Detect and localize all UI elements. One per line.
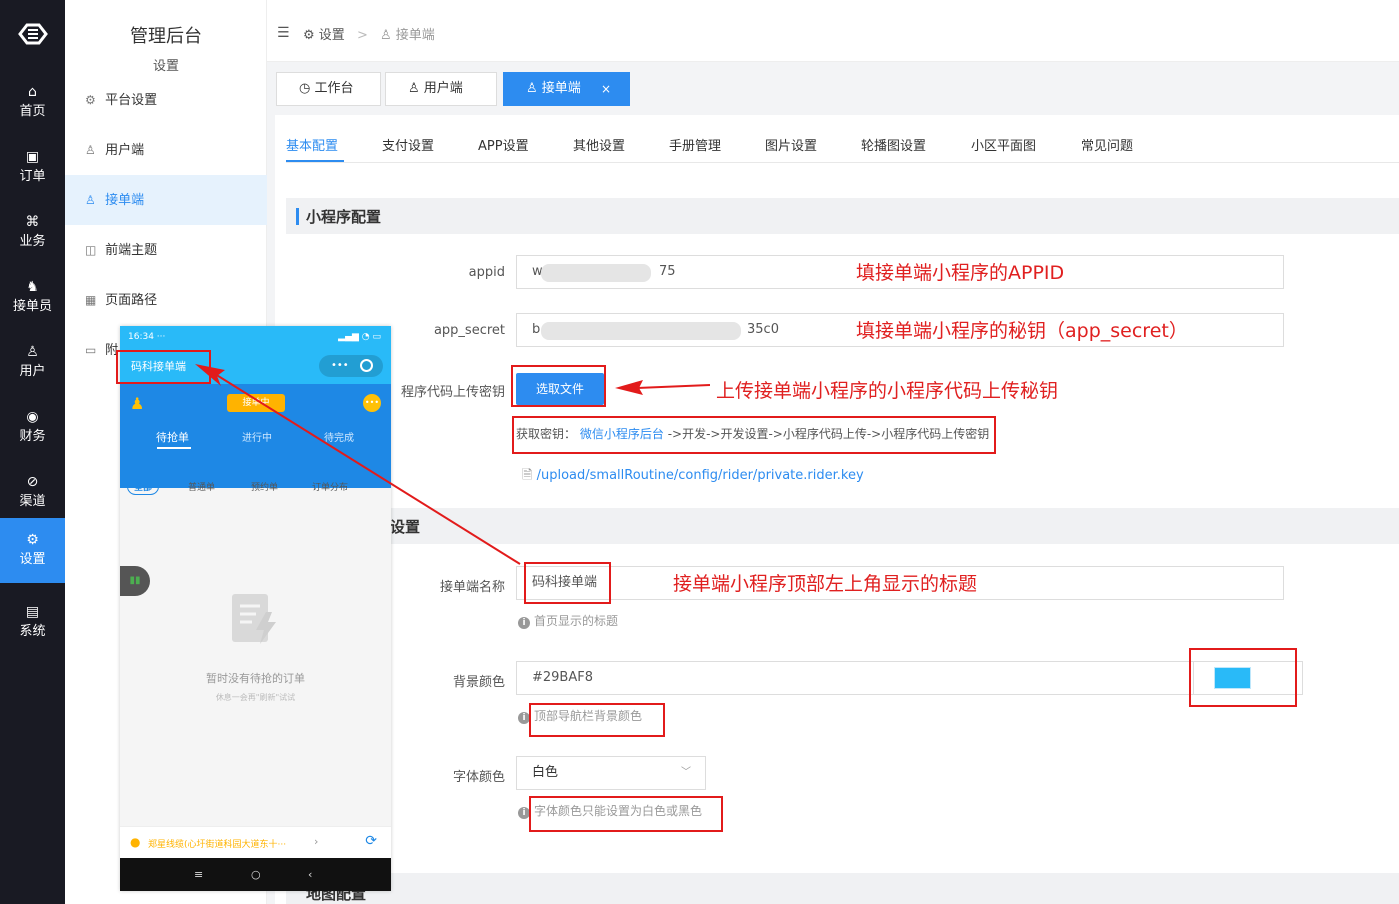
bike-icon: ♞	[26, 279, 39, 295]
grid-icon: ▦	[85, 293, 97, 307]
rider-icon: ♙	[85, 193, 96, 207]
settings-icon: ⚙	[303, 28, 319, 43]
signal-icon: ▂▄▆ ◔ ▭	[338, 332, 381, 342]
user-icon: ♙	[85, 143, 96, 157]
tab-images[interactable]: 图片设置	[765, 135, 817, 154]
finance-icon: ◉	[26, 409, 39, 425]
section-map: 地图配置	[286, 873, 1399, 904]
refresh-icon[interactable]: ⟳	[365, 833, 377, 849]
main-nav: ⌂ 首页 ▣ 订单 ⌘ 业务 ♞ 接单员 ♙ 用户 ◉ 财务 ⊘ 渠道 ⚙ 设置…	[0, 0, 65, 904]
annotation-upload: 上传接单端小程序的小程序代码上传秘钥	[716, 380, 1059, 402]
tab-user-end[interactable]: ♙ 用户端	[385, 72, 497, 106]
nav-item-system[interactable]: ▤ 系统	[0, 590, 65, 655]
gear-icon: ⚙	[85, 93, 96, 107]
nav-item-finance[interactable]: ◉ 财务	[0, 395, 65, 460]
book-icon: ◫	[85, 243, 97, 257]
empty-order-icon	[232, 594, 276, 644]
filter-all[interactable]: 全部	[127, 478, 160, 495]
menu-icon[interactable]: ≡	[194, 858, 203, 891]
logo-icon	[18, 23, 48, 45]
sidebar-item-platform[interactable]: ⚙ 平台设置	[65, 75, 267, 125]
sidebar-item-user-end[interactable]: ♙ 用户端	[65, 125, 267, 175]
file-path[interactable]: 🗎 /upload/smallRoutine/config/rider/priv…	[522, 466, 864, 488]
name-hint: i 首页显示的标题	[518, 612, 618, 629]
nav-item-channel[interactable]: ⊘ 渠道	[0, 460, 65, 525]
tab-community-map[interactable]: 小区平面图	[971, 135, 1036, 154]
secret-label: app_secret	[433, 323, 505, 338]
font-color-select[interactable]: 白色 ﹀	[516, 756, 706, 790]
phone-tab-pending[interactable]: 待抢单	[156, 429, 189, 445]
user-icon: ♙	[408, 81, 420, 96]
dashboard-icon: ◷	[299, 81, 311, 96]
close-icon[interactable]: ×	[601, 73, 611, 105]
back-icon[interactable]: ‹	[308, 858, 312, 891]
order-icon: ▣	[25, 149, 40, 165]
tab-faq[interactable]: 常见问题	[1081, 135, 1133, 154]
tab-carousel[interactable]: 轮播图设置	[861, 135, 926, 154]
system-icon: ▤	[25, 604, 40, 620]
channel-icon: ⊘	[26, 474, 39, 490]
breadcrumb: ⚙ 设置 > ♙ 接单端	[303, 28, 435, 43]
bg-color-label: 背景颜色	[452, 675, 505, 690]
tab-app[interactable]: APP设置	[478, 135, 529, 154]
annotation-title: 接单端小程序顶部左上角显示的标题	[673, 573, 978, 595]
location-bar[interactable]: ● 郑星线缆(心圩街道科园大道东十··· › ⟳	[120, 826, 391, 858]
tab-underline	[286, 160, 344, 162]
font-color-label: 字体颜色	[452, 770, 505, 785]
breadcrumb-settings[interactable]: 设置	[319, 28, 345, 43]
sidebar-subtitle: 设置	[152, 59, 179, 74]
sidebar-item-page-path[interactable]: ▦ 页面路径	[65, 275, 267, 325]
section-title: 小程序配置	[306, 208, 382, 226]
nav-item-business[interactable]: ⌘ 业务	[0, 200, 65, 265]
sidebar-item-theme[interactable]: ◫ 前端主题	[65, 225, 267, 275]
location-pin-icon: ●	[130, 835, 141, 849]
settings-icon: ⚙	[26, 532, 39, 548]
float-button[interactable]: ▮▮	[120, 566, 150, 596]
tab-manual[interactable]: 手册管理	[669, 135, 721, 154]
nav-item-home[interactable]: ⌂ 首页	[0, 70, 65, 135]
empty-title: 暂时没有待抢的订单	[206, 672, 305, 685]
user-icon: ♙	[26, 344, 39, 360]
android-nav-bar: ≡ ○ ‹	[120, 858, 391, 891]
sidebar-title: 管理后台	[130, 26, 202, 47]
nav-item-users[interactable]: ♙ 用户	[0, 330, 65, 395]
avatar-icon[interactable]: ♟	[130, 394, 144, 413]
appid-label: appid	[468, 265, 505, 280]
annotation-secret: 填接单端小程序的秘钥（app_secret）	[856, 320, 1188, 342]
nav-item-orders[interactable]: ▣ 订单	[0, 135, 65, 200]
tab-other[interactable]: 其他设置	[573, 135, 625, 154]
chevron-right-icon: ›	[314, 835, 319, 848]
annotation-appid: 填接单端小程序的APPID	[856, 262, 1065, 284]
nav-item-rider[interactable]: ♞ 接单员	[0, 265, 65, 330]
arrow-icon	[195, 364, 521, 565]
settings-tabs: 基本配置 支付设置 APP设置 其他设置 手册管理 图片设置 轮播图设置 小区平…	[286, 115, 1399, 163]
phone-status-bar: 16:34 ··· ▂▄▆ ◔ ▭	[120, 326, 391, 348]
top-header: ☰ ⚙ 设置 > ♙ 接单端	[267, 0, 1399, 62]
breadcrumb-rider-end: 接单端	[395, 28, 435, 43]
tab-basic-config[interactable]: 基本配置	[286, 135, 338, 154]
tab-workbench[interactable]: ◷ 工作台	[276, 72, 381, 106]
rider-name-label: 接单端名称	[439, 580, 505, 595]
business-icon: ⌘	[25, 214, 40, 230]
empty-subtitle: 休息一会再"刷新"试试	[215, 693, 296, 702]
folder-icon: ▭	[85, 343, 97, 357]
nav-item-settings[interactable]: ⚙ 设置	[0, 518, 65, 583]
tab-payment[interactable]: 支付设置	[382, 135, 434, 154]
home-icon: ⌂	[28, 84, 37, 100]
arrow-icon	[615, 380, 710, 395]
rider-icon: ♙	[380, 28, 396, 43]
tab-rider-end[interactable]: ♙ 接单端 ×	[503, 72, 630, 106]
section-miniprogram: 小程序配置	[286, 198, 1399, 234]
menu-collapse-icon[interactable]: ☰	[277, 25, 290, 41]
info-icon: i	[518, 617, 530, 629]
home-icon[interactable]: ○	[251, 858, 261, 891]
chevron-down-icon: ﹀	[681, 767, 691, 778]
rider-icon: ♙	[526, 81, 538, 96]
address-text: 郑星线缆(心圩街道科园大道东十···	[148, 840, 287, 850]
sidebar-item-rider-end[interactable]: ♙ 接单端	[65, 175, 267, 225]
bg-color-input[interactable]: #29BAF8	[516, 661, 1284, 695]
